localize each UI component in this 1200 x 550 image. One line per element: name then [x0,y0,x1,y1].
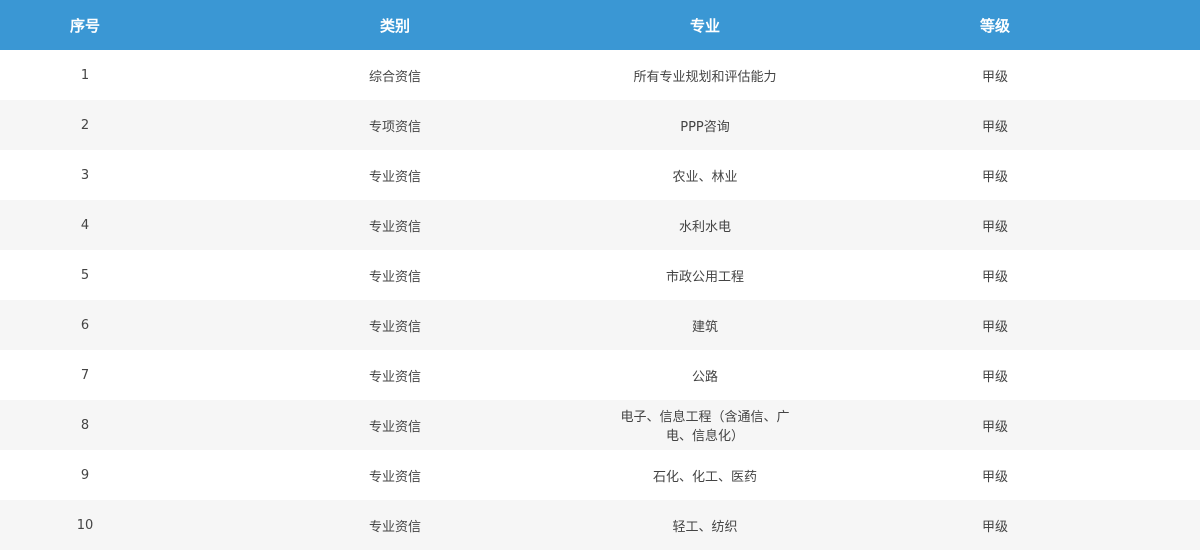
cell-no: 2 [0,100,170,150]
cell-level: 甲级 [790,500,1200,550]
table-row: 4 专业资信 水利水电 甲级 [0,200,1200,250]
cell-level: 甲级 [790,350,1200,400]
cell-level: 甲级 [790,200,1200,250]
table-row: 10 专业资信 轻工、纺织 甲级 [0,500,1200,550]
cell-category: 专业资信 [170,500,620,550]
table-body: 1 综合资信 所有专业规划和评估能力 甲级 2 专项资信 PPP咨询 甲级 3 … [0,50,1200,550]
cell-major: 公路 [620,350,790,400]
cell-category: 专业资信 [170,350,620,400]
cell-major: 水利水电 [620,200,790,250]
cell-category: 专业资信 [170,450,620,500]
cell-major: 石化、化工、医药 [620,450,790,500]
cell-category: 专业资信 [170,150,620,200]
cell-level: 甲级 [790,150,1200,200]
header-category: 类别 [170,0,620,50]
table-row: 2 专项资信 PPP咨询 甲级 [0,100,1200,150]
cell-category: 专业资信 [170,400,620,450]
cell-major: 所有专业规划和评估能力 [620,50,790,100]
cell-major: 农业、林业 [620,150,790,200]
cell-level: 甲级 [790,450,1200,500]
qualification-table: 序号 类别 专业 等级 1 综合资信 所有专业规划和评估能力 甲级 2 专项资信… [0,0,1200,550]
cell-major: 建筑 [620,300,790,350]
table-row: 7 专业资信 公路 甲级 [0,350,1200,400]
cell-no: 8 [0,400,170,450]
table-row: 6 专业资信 建筑 甲级 [0,300,1200,350]
cell-category: 专业资信 [170,200,620,250]
cell-category: 专业资信 [170,250,620,300]
cell-level: 甲级 [790,300,1200,350]
table-row: 9 专业资信 石化、化工、医药 甲级 [0,450,1200,500]
cell-no: 4 [0,200,170,250]
cell-no: 6 [0,300,170,350]
cell-level: 甲级 [790,250,1200,300]
cell-no: 10 [0,500,170,550]
cell-level: 甲级 [790,100,1200,150]
cell-category: 专项资信 [170,100,620,150]
cell-major: 轻工、纺织 [620,500,790,550]
cell-category: 专业资信 [170,300,620,350]
cell-no: 9 [0,450,170,500]
table-header: 序号 类别 专业 等级 [0,0,1200,50]
cell-major: 市政公用工程 [620,250,790,300]
table-row: 1 综合资信 所有专业规划和评估能力 甲级 [0,50,1200,100]
cell-no: 3 [0,150,170,200]
cell-no: 5 [0,250,170,300]
cell-no: 7 [0,350,170,400]
header-level: 等级 [790,0,1200,50]
cell-level: 甲级 [790,50,1200,100]
cell-no: 1 [0,50,170,100]
table-row: 3 专业资信 农业、林业 甲级 [0,150,1200,200]
header-no: 序号 [0,0,170,50]
cell-major: PPP咨询 [620,100,790,150]
cell-category: 综合资信 [170,50,620,100]
table-row: 5 专业资信 市政公用工程 甲级 [0,250,1200,300]
header-major: 专业 [620,0,790,50]
cell-major: 电子、信息工程（含通信、广电、信息化） [620,400,790,450]
cell-level: 甲级 [790,400,1200,450]
header-row: 序号 类别 专业 等级 [0,0,1200,50]
table-row: 8 专业资信 电子、信息工程（含通信、广电、信息化） 甲级 [0,400,1200,450]
